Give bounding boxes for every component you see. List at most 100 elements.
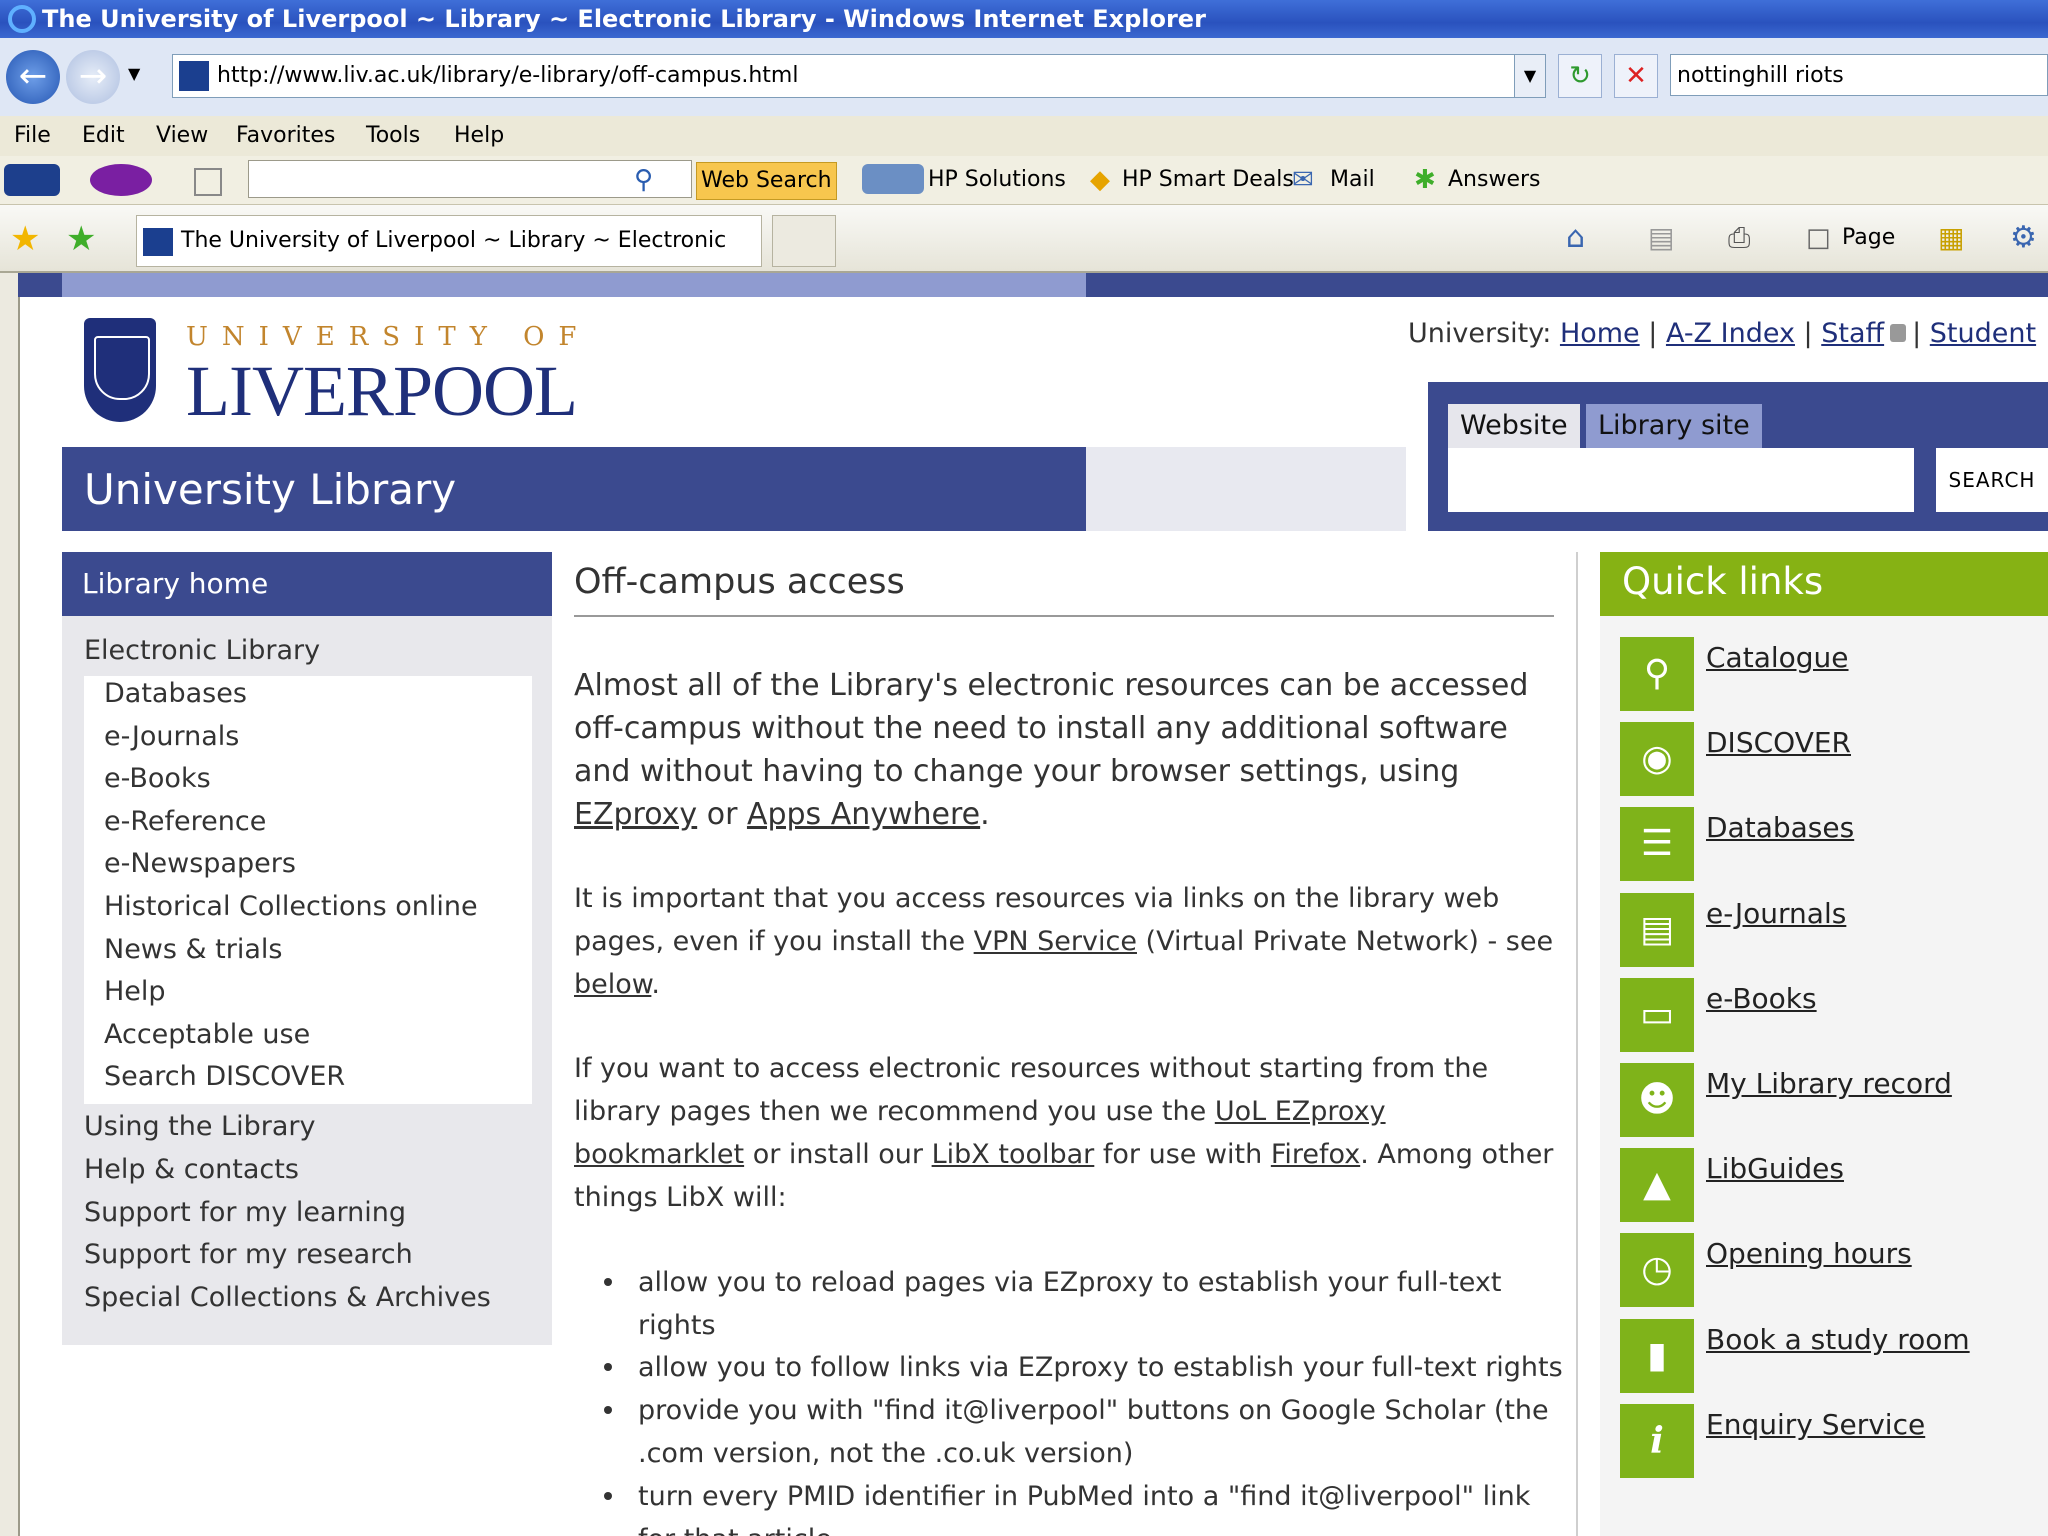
sidebar-item[interactable]: Support for my research bbox=[84, 1239, 413, 1270]
menu-favorites[interactable]: Favorites bbox=[236, 116, 335, 156]
link-vpn-service[interactable]: VPN Service bbox=[974, 926, 1137, 957]
sidebar-subitem[interactable]: Databases bbox=[104, 678, 247, 709]
favorites-star-icon[interactable]: ★ bbox=[10, 219, 40, 259]
book-icon[interactable]: ▭ bbox=[1620, 978, 1694, 1052]
tab-library-site[interactable]: Library site bbox=[1586, 404, 1762, 448]
sidebar-subitem[interactable]: Acceptable use bbox=[104, 1019, 310, 1050]
menu-file[interactable]: File bbox=[14, 116, 51, 156]
toolbar-options-icon[interactable] bbox=[194, 168, 222, 196]
catalogue-search-icon[interactable]: ⚲ bbox=[1620, 637, 1694, 711]
sidebar-item[interactable]: Special Collections & Archives bbox=[84, 1282, 491, 1313]
thumbs-up-icon[interactable]: ▲ bbox=[1620, 1148, 1694, 1222]
new-tab-button[interactable] bbox=[772, 215, 836, 267]
link-firefox[interactable]: Firefox bbox=[1271, 1139, 1360, 1170]
link-libx-toolbar[interactable]: LibX toolbar bbox=[932, 1139, 1095, 1170]
sidebar-item[interactable]: Support for my learning bbox=[84, 1197, 406, 1228]
quick-link-libguides[interactable]: LibGuides bbox=[1706, 1152, 1844, 1185]
hp-solutions-button[interactable]: HP Solutions bbox=[928, 164, 1066, 196]
logo-main-text[interactable]: LIVERPOOL bbox=[186, 350, 578, 433]
university-crest-icon[interactable] bbox=[84, 318, 156, 422]
menu-help[interactable]: Help bbox=[454, 116, 504, 156]
mail-icon: ✉ bbox=[1292, 165, 1314, 195]
quick-link-e-books[interactable]: e-Books bbox=[1706, 982, 1817, 1015]
answers-button[interactable]: Answers bbox=[1448, 164, 1541, 196]
mail-button[interactable]: Mail bbox=[1330, 164, 1375, 196]
smart-deals-icon: ◆ bbox=[1090, 165, 1110, 195]
sidebar-subitem[interactable]: News & trials bbox=[104, 934, 282, 965]
print-icon[interactable]: ⎙ bbox=[1728, 221, 1750, 255]
page-title: Off-campus access bbox=[574, 562, 905, 602]
yahoo-search-input[interactable] bbox=[248, 160, 692, 198]
site-banner: University Library bbox=[62, 447, 1086, 531]
link-ezproxy[interactable]: EZproxy bbox=[574, 797, 697, 832]
list-icon[interactable]: ☰ bbox=[1620, 807, 1694, 881]
page-top-strip bbox=[18, 273, 2048, 297]
link-apps-anywhere[interactable]: Apps Anywhere bbox=[747, 797, 980, 832]
tools-icon[interactable]: ▦ bbox=[1938, 221, 1964, 255]
back-button[interactable]: ← bbox=[6, 50, 60, 104]
add-favorite-icon[interactable]: ★ bbox=[66, 219, 96, 259]
link-student[interactable]: Student bbox=[1930, 318, 2036, 349]
quick-link-my-library-record[interactable]: My Library record bbox=[1706, 1067, 1952, 1100]
web-search-button[interactable]: Web Search bbox=[696, 162, 837, 200]
stop-button[interactable]: ✕ bbox=[1614, 54, 1658, 98]
live-search-input[interactable]: nottinghill riots bbox=[1670, 54, 2048, 96]
history-dropdown-icon[interactable]: ▼ bbox=[128, 64, 140, 83]
link-home[interactable]: Home bbox=[1560, 318, 1640, 349]
address-dropdown-icon[interactable]: ▼ bbox=[1514, 55, 1545, 97]
sidebar-subitem[interactable]: Search DISCOVER bbox=[104, 1061, 345, 1092]
hp-smart-deals-button[interactable]: HP Smart Deals bbox=[1122, 164, 1294, 196]
sidebar-subitem[interactable]: e-Books bbox=[104, 763, 211, 794]
journal-icon[interactable]: ▤ bbox=[1620, 893, 1694, 967]
sidebar-subitem[interactable]: Help bbox=[104, 976, 166, 1007]
active-tab[interactable]: The University of Liverpool ~ Library ~ … bbox=[136, 215, 762, 303]
hp-solutions-icon bbox=[862, 164, 924, 194]
lock-icon bbox=[1890, 324, 1907, 342]
quick-link-databases[interactable]: Databases bbox=[1706, 811, 1854, 844]
sidebar-subitem[interactable]: e-Reference bbox=[104, 806, 266, 837]
quick-link-e-journals[interactable]: e-Journals bbox=[1706, 897, 1846, 930]
globe-icon[interactable]: ◉ bbox=[1620, 722, 1694, 796]
sidebar-item[interactable]: Help & contacts bbox=[84, 1154, 299, 1185]
feeds-icon[interactable]: ▤ bbox=[1648, 221, 1674, 255]
sidebar-item[interactable]: Using the Library bbox=[84, 1111, 315, 1142]
sidebar-subitem[interactable]: e-Journals bbox=[104, 721, 239, 752]
link-staff[interactable]: Staff bbox=[1821, 318, 1884, 349]
menu-edit[interactable]: Edit bbox=[82, 116, 125, 156]
address-toolbar: ← → ▼ http://www.liv.ac.uk/library/e-lib… bbox=[0, 38, 2048, 116]
quick-links-title: Quick links bbox=[1622, 560, 1824, 603]
link-below[interactable]: below bbox=[574, 969, 651, 1000]
quick-link-opening-hours[interactable]: Opening hours bbox=[1706, 1237, 1912, 1270]
info-icon[interactable]: i bbox=[1620, 1404, 1694, 1478]
door-icon[interactable]: ▮ bbox=[1620, 1319, 1694, 1393]
quick-link-enquiry-service[interactable]: Enquiry Service bbox=[1706, 1408, 1925, 1441]
sidebar-item-electronic-library[interactable]: Electronic Library bbox=[84, 635, 320, 666]
quick-link-book-study-room[interactable]: Book a study room bbox=[1706, 1323, 1970, 1356]
site-search-button[interactable]: SEARCH bbox=[1936, 448, 2048, 512]
user-record-icon[interactable]: ☻ bbox=[1620, 1063, 1694, 1137]
site-search-input[interactable] bbox=[1448, 448, 1914, 512]
menu-tools[interactable]: Tools bbox=[366, 116, 420, 156]
tab-bar: ★ ★ The University of Liverpool ~ Librar… bbox=[0, 205, 2048, 303]
forward-button[interactable]: → bbox=[66, 50, 120, 104]
quick-links-header: Quick links bbox=[1600, 552, 2048, 616]
sidebar-library-home[interactable]: Library home bbox=[62, 552, 552, 616]
refresh-button[interactable]: ↻ bbox=[1558, 54, 1602, 98]
address-bar[interactable]: http://www.liv.ac.uk/library/e-library/o… bbox=[172, 54, 1546, 98]
university-links-prefix: University: bbox=[1408, 318, 1552, 349]
quick-link-discover[interactable]: DISCOVER bbox=[1706, 726, 1851, 759]
sidebar-subitem[interactable]: Historical Collections online bbox=[104, 891, 478, 922]
heading-divider bbox=[574, 615, 1554, 617]
link-az-index[interactable]: A-Z Index bbox=[1666, 318, 1795, 349]
hp-logo-icon[interactable] bbox=[4, 164, 60, 196]
settings-gear-icon[interactable]: ⚙ bbox=[2010, 221, 2037, 255]
search-icon[interactable]: ⚲ bbox=[634, 164, 653, 196]
tab-website[interactable]: Website bbox=[1448, 404, 1580, 448]
page-menu-button[interactable]: Page bbox=[1842, 221, 1895, 255]
menu-view[interactable]: View bbox=[156, 116, 208, 156]
yahoo-logo-icon[interactable] bbox=[90, 164, 152, 196]
sidebar-subitem[interactable]: e-Newspapers bbox=[104, 848, 296, 879]
clock-icon[interactable]: ◷ bbox=[1620, 1233, 1694, 1307]
home-icon[interactable]: ⌂ bbox=[1566, 221, 1585, 255]
quick-link-catalogue[interactable]: Catalogue bbox=[1706, 641, 1849, 674]
